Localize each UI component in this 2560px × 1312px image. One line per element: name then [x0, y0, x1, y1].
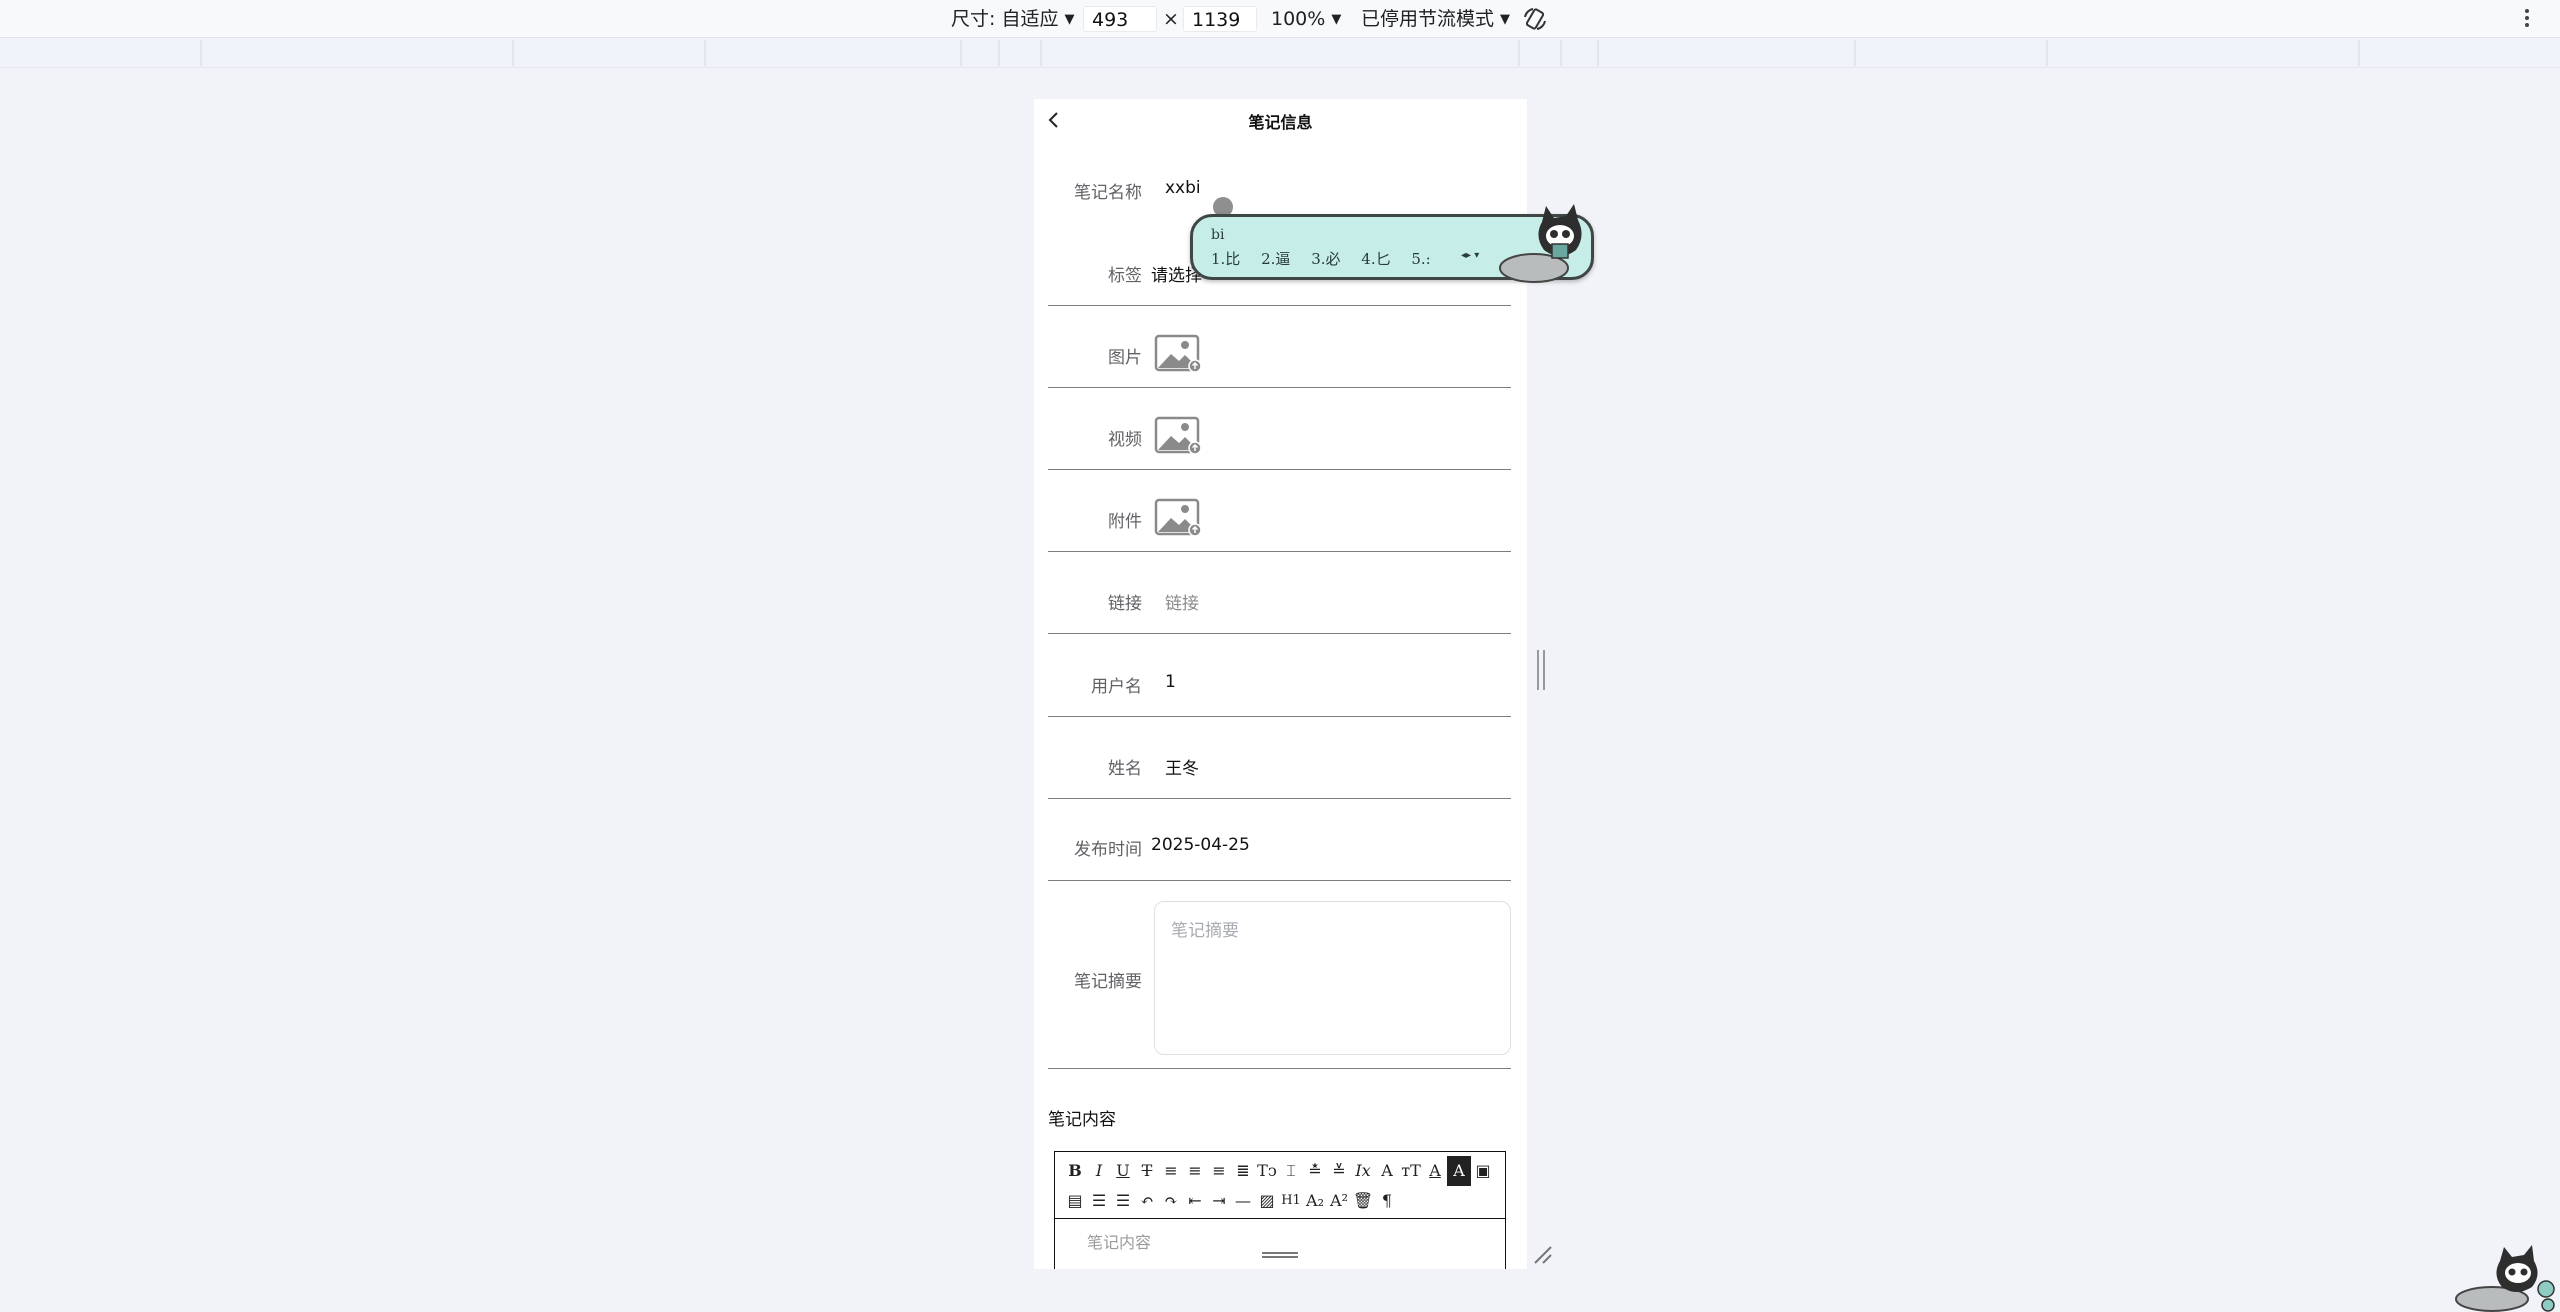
undo-icon[interactable]: ↶ [1135, 1186, 1159, 1216]
dimensions-dropdown[interactable]: 尺寸: 自适应 ▼ [951, 0, 1074, 38]
font-family-icon[interactable]: ᴛT [1399, 1156, 1423, 1186]
form-row-image: 图片 [1048, 306, 1511, 388]
times-sign: × [1163, 8, 1179, 30]
devtools-device-toolbar: 尺寸: 自适应 ▼ 493 × 1139 100% ▼ 已停用节流模式 ▼ [0, 0, 2560, 38]
name-label: 笔记名称 [1074, 183, 1142, 203]
floating-mascot-icon[interactable] [2448, 1245, 2560, 1312]
text-color-icon[interactable]: A [1423, 1156, 1447, 1186]
italic-icon[interactable]: I [1087, 1156, 1111, 1186]
throttle-dropdown[interactable]: 已停用节流模式 ▼ [1361, 0, 1510, 38]
form-row-realname: 姓名 王冬 [1048, 717, 1511, 799]
bold-icon[interactable]: B [1063, 1156, 1087, 1186]
delete-icon[interactable]: 🗑 [1351, 1186, 1375, 1216]
media-query-bar[interactable] [0, 38, 2560, 68]
underline-icon[interactable]: U [1111, 1156, 1135, 1186]
caret-down-icon: ▼ [1331, 11, 1342, 27]
date-icon[interactable]: ▣ [1471, 1156, 1495, 1186]
zoom-label: 100% [1271, 8, 1326, 30]
content-label: 笔记内容 [1048, 1110, 1116, 1130]
attachment-upload-icon[interactable] [1154, 498, 1202, 538]
form-row-username: 用户名 1 [1048, 634, 1511, 717]
link-label: 链接 [1108, 594, 1142, 614]
attachment-label: 附件 [1108, 512, 1142, 532]
throttle-label: 已停用节流模式 [1361, 8, 1495, 30]
ime-candidate[interactable]: 1.比 [1211, 250, 1240, 268]
rotate-device-icon[interactable] [1521, 5, 1549, 33]
line-height-icon[interactable]: ⌶ [1279, 1156, 1303, 1186]
side-resize-grip[interactable] [1537, 650, 1545, 690]
realname-input[interactable]: 王冬 [1165, 754, 1199, 779]
unordered-list-icon[interactable]: ☰ [1111, 1186, 1135, 1216]
font-color-icon[interactable]: A [1375, 1156, 1399, 1186]
width-input[interactable]: 493 [1083, 6, 1157, 32]
page-title: 笔记信息 [1248, 113, 1313, 132]
align-left-icon[interactable]: ≡ [1159, 1156, 1183, 1186]
outdent-icon[interactable]: ⇥ [1207, 1186, 1231, 1216]
form-row-publish-time: 发布时间 2025-04-25 [1048, 799, 1511, 881]
align-justify-icon[interactable]: ≣ [1231, 1156, 1255, 1186]
ime-mascot-icon [1499, 204, 1582, 283]
realname-label: 姓名 [1108, 759, 1142, 779]
strikethrough-icon[interactable]: T [1135, 1156, 1159, 1186]
ime-candidate-list: 1.比 2.逼 3.必 4.匕 5.: [1211, 248, 1447, 269]
subscript-icon[interactable]: A₂ [1303, 1186, 1327, 1216]
form-row-attachment: 附件 [1048, 470, 1511, 552]
align-center-icon[interactable]: ≡ [1183, 1156, 1207, 1186]
indent-icon[interactable]: ⇤ [1183, 1186, 1207, 1216]
publish-time-label: 发布时间 [1074, 840, 1142, 860]
align-right-icon[interactable]: ≡ [1207, 1156, 1231, 1186]
paragraph-spacing-icon[interactable]: ≛ [1303, 1156, 1327, 1186]
image-upload-icon[interactable] [1154, 334, 1202, 374]
spacing-icon[interactable]: ≚ [1327, 1156, 1351, 1186]
superscript-icon[interactable]: A² [1327, 1186, 1351, 1216]
ime-page-arrows-icon[interactable]: ◂▸ ▾ [1461, 250, 1479, 261]
image-label: 图片 [1108, 348, 1142, 368]
insert-image-icon[interactable]: ▨ [1255, 1186, 1279, 1216]
height-input[interactable]: 1139 [1183, 6, 1257, 32]
form-row-name: 笔记名称 xxbi [1048, 143, 1511, 224]
background-color-icon[interactable]: A [1447, 1156, 1471, 1186]
nav-bar: 笔记信息 [1034, 99, 1527, 143]
username-label: 用户名 [1091, 677, 1142, 697]
name-input[interactable]: xxbi [1165, 178, 1201, 198]
font-size-icon[interactable]: Tↄ [1255, 1156, 1279, 1186]
ime-candidate[interactable]: 5.: [1411, 250, 1430, 268]
ime-candidate[interactable]: 3.必 [1311, 250, 1340, 268]
editor-toolbar: B I U T ≡ ≡ ≡ ≣ Tↄ ⌶ ≛ ≚ Ix A ᴛT A A ▣ ▤… [1055, 1152, 1507, 1216]
form-row-link: 链接 链接 [1048, 552, 1511, 634]
summary-label: 笔记摘要 [1074, 972, 1142, 992]
bottom-resize-grip[interactable] [1262, 1250, 1298, 1262]
ime-composition: bi [1211, 227, 1225, 243]
summary-textarea[interactable]: 笔记摘要 [1154, 901, 1511, 1055]
video-label: 视频 [1108, 430, 1142, 450]
form-row-summary: 笔记摘要 笔记摘要 [1048, 881, 1511, 1069]
link-input[interactable]: 链接 [1165, 589, 1199, 614]
ime-candidate[interactable]: 2.逼 [1261, 250, 1290, 268]
dimensions-label: 尺寸: 自适应 [951, 8, 1059, 30]
caret-down-icon: ▼ [1064, 11, 1075, 27]
horizontal-rule-icon[interactable]: — [1231, 1186, 1255, 1216]
ime-candidate[interactable]: 4.匕 [1361, 250, 1390, 268]
format-painter-icon[interactable]: ▤ [1063, 1186, 1087, 1216]
username-input[interactable]: 1 [1165, 672, 1176, 692]
publish-time-picker[interactable]: 2025-04-25 [1151, 835, 1250, 855]
clear-format-icon[interactable]: Ix [1351, 1156, 1375, 1186]
redo-icon[interactable]: ↷ [1159, 1186, 1183, 1216]
more-options-icon[interactable] [2522, 6, 2532, 32]
pilcrow-icon[interactable]: ¶ [1375, 1186, 1399, 1216]
form-row-video: 视频 [1048, 388, 1511, 470]
video-upload-icon[interactable] [1154, 416, 1202, 456]
caret-down-icon: ▼ [1500, 11, 1511, 27]
ordered-list-icon[interactable]: ☰ [1087, 1186, 1111, 1216]
tag-label: 标签 [1108, 266, 1142, 286]
heading-icon[interactable]: H1 [1279, 1186, 1303, 1216]
zoom-dropdown[interactable]: 100% ▼ [1271, 0, 1341, 38]
corner-resize-icon[interactable] [1531, 1243, 1553, 1265]
